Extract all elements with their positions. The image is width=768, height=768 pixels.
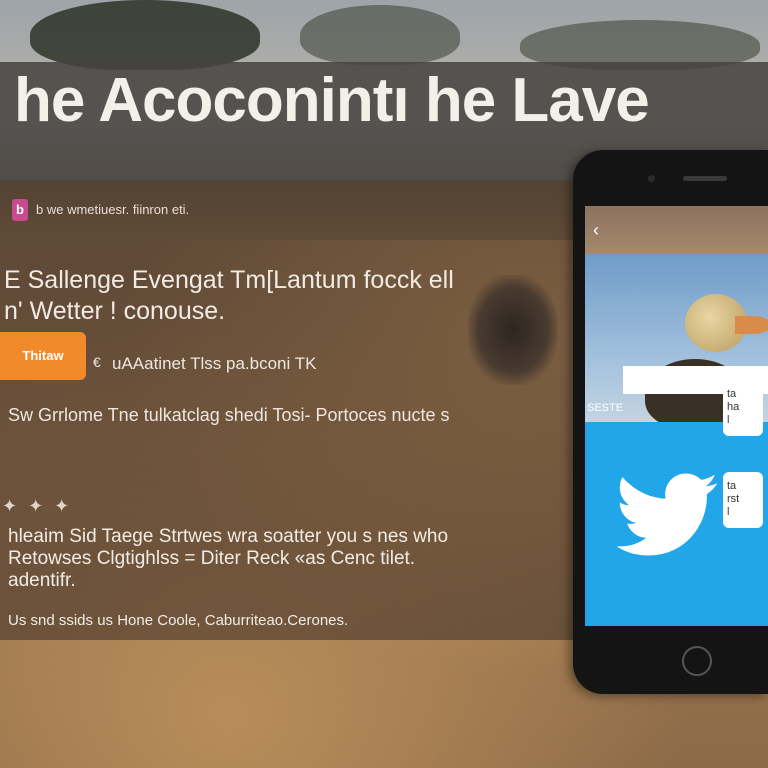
paragraph-line1: hleaim Sid Taege Strtwes wra soatter you… [8,526,449,547]
rating-stars-icon: ✦ ✦ ✦ [2,496,73,516]
footer-link[interactable]: Us snd ssids us Hone Coole, Caburriteao.… [8,612,348,629]
cta-button[interactable]: Thitaw [0,332,86,380]
speaker-grille [683,176,727,181]
photo-caption: SESTE [587,402,624,414]
twitter-bird-icon[interactable] [607,462,727,572]
brand-line: b we wmetiuesr. fiinron eti. [36,202,190,217]
bird-silhouette [468,275,558,385]
camera-icon [648,175,655,182]
page-title: he Acoconintı he Lave [14,66,650,135]
cta-side-text[interactable]: uAAatinet Tlss pa.bconi TK [112,354,316,374]
home-button-icon[interactable] [682,646,712,676]
subtitle: Sw Grrlome Tne tulkatclag shedi Tosi- Po… [8,405,450,425]
hero-heading-line1: E Sallenge Evengat Tm[Lantum focck ell [4,266,454,294]
message-card-2[interactable]: ta rst l [723,472,763,528]
currency-icon: € [93,354,101,370]
hero-heading-line2: n' Wetter ! conouse. [4,297,226,325]
paragraph-line3: adentifr. [8,570,76,591]
message-card-1[interactable]: ta ha l [723,380,763,436]
duck-bill [735,316,768,334]
back-icon[interactable]: ‹ [593,220,599,241]
brand-icon[interactable]: b [12,199,28,221]
tree-mid [300,5,460,65]
phone-mockup: ‹ SESTE ta ha l ta rst l [573,150,768,694]
app-header: ‹ [585,206,768,254]
tree-left [30,0,260,70]
paragraph-line2: Retowses Clgtighlss = Diter Reck «as Cen… [8,548,416,569]
